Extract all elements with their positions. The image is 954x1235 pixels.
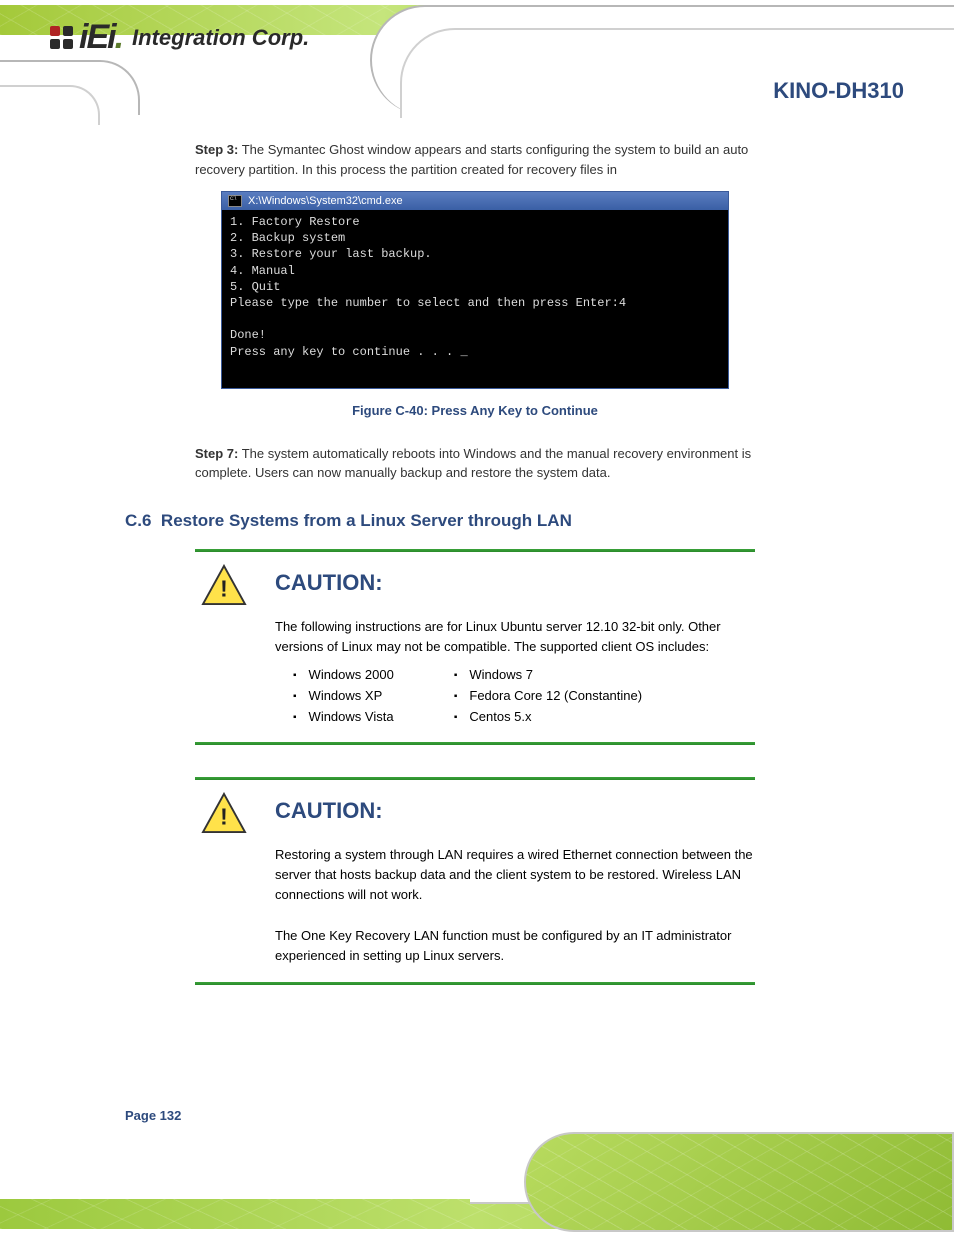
step3-label: Step 3:	[195, 142, 238, 157]
caution-1-os-col1: Windows 2000 Windows XP Windows Vista	[293, 667, 394, 730]
divider-green	[195, 742, 755, 745]
step7-body: The system automatically reboots into Wi…	[195, 446, 751, 481]
header-banner: iEi. Integration Corp. KINO-DH310	[0, 0, 954, 113]
step3-body: The Symantec Ghost window appears and st…	[195, 142, 748, 177]
caution-1-header: ! CAUTION:	[201, 564, 755, 611]
caution-2-body: Restoring a system through LAN requires …	[275, 845, 755, 966]
svg-text:!: !	[220, 803, 228, 829]
cmd-body: 1. Factory Restore 2. Backup system 3. R…	[222, 210, 728, 388]
caution-1-title: CAUTION:	[275, 570, 383, 596]
step7-label: Step 7:	[195, 446, 238, 461]
divider-green	[195, 982, 755, 985]
os-item: Windows 2000	[293, 667, 394, 682]
footer-banner	[0, 1132, 954, 1232]
footer-green-lobe	[524, 1132, 954, 1232]
cmd-titlebar: X:\Windows\System32\cmd.exe	[222, 192, 728, 210]
step3-text: Step 3: The Symantec Ghost window appear…	[195, 140, 755, 179]
section-number: C.6	[125, 511, 151, 530]
logo-squares-icon	[50, 26, 73, 49]
os-item: Windows XP	[293, 688, 394, 703]
product-title: KINO-DH310	[773, 78, 904, 104]
warning-triangle-icon: !	[201, 564, 247, 611]
os-item: Fedora Core 12 (Constantine)	[454, 688, 642, 703]
os-item: Windows Vista	[293, 709, 394, 724]
page-number: Page 132	[125, 1108, 181, 1123]
divider-green	[195, 777, 755, 780]
section-heading: C.6 Restore Systems from a Linux Server …	[125, 511, 755, 531]
svg-text:!: !	[220, 575, 228, 601]
warning-triangle-icon: !	[201, 792, 247, 839]
cmd-icon	[228, 195, 242, 207]
caution-1-os-col2: Windows 7 Fedora Core 12 (Constantine) C…	[454, 667, 642, 730]
cmd-window: X:\Windows\System32\cmd.exe 1. Factory R…	[221, 191, 729, 389]
brand-logo: iEi. Integration Corp.	[50, 18, 309, 57]
caution-2-title: CAUTION:	[275, 798, 383, 824]
section-title: Restore Systems from a Linux Server thro…	[161, 511, 572, 530]
figure-caption: Figure C-40: Press Any Key to Continue	[195, 403, 755, 418]
caution-1-body: The following instructions are for Linux…	[275, 617, 755, 657]
logo-iei-text: iEi.	[79, 18, 122, 57]
divider-green	[195, 549, 755, 552]
step7-text: Step 7: The system automatically reboots…	[195, 444, 755, 483]
header-curve-inner	[400, 28, 954, 118]
cmd-title-text: X:\Windows\System32\cmd.exe	[248, 195, 403, 207]
caution-1-os-lists: Windows 2000 Windows XP Windows Vista Wi…	[293, 667, 755, 730]
caution-2-header: ! CAUTION:	[201, 792, 755, 839]
os-item: Centos 5.x	[454, 709, 642, 724]
logo-corp-text: Integration Corp.	[132, 25, 309, 51]
header-left-swoosh-2	[0, 85, 100, 125]
os-item: Windows 7	[454, 667, 642, 682]
page-content: Step 3: The Symantec Ghost window appear…	[195, 140, 755, 997]
